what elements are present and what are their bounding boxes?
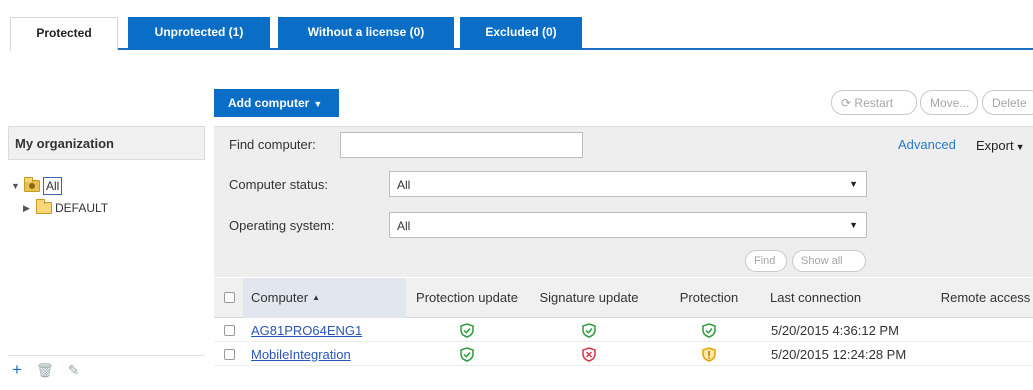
- sort-ascending-icon: ▲: [312, 293, 320, 302]
- protection-cell: [650, 343, 768, 366]
- find-button[interactable]: Find: [745, 250, 787, 272]
- folder-open-icon: [24, 177, 40, 192]
- protection-update-cell: [406, 319, 528, 342]
- operating-system-select[interactable]: All ▼: [389, 212, 867, 238]
- find-computer-label: Find computer:: [229, 137, 316, 152]
- computer-status-label: Computer status:: [229, 177, 328, 192]
- tab-protected[interactable]: Protected: [10, 17, 118, 52]
- column-label: Protection: [679, 290, 739, 305]
- tab-label: Without a license (0): [307, 25, 425, 39]
- folder-icon: [36, 199, 52, 214]
- tab-unprotected[interactable]: Unprotected (1): [128, 17, 270, 50]
- find-computer-input[interactable]: [340, 132, 583, 158]
- shield-check-icon: [460, 323, 474, 338]
- refresh-icon: ⟳: [841, 96, 852, 110]
- protection-update-cell: [406, 343, 528, 366]
- signature-update-cell: [528, 319, 650, 342]
- delete-button[interactable]: Delete: [982, 90, 1033, 115]
- dropdown-arrow-icon: ▼: [849, 179, 858, 189]
- dropdown-arrow-icon: ▼: [849, 220, 858, 230]
- filter-panel: Find computer: Advanced Export ▼ Computer…: [214, 126, 1033, 277]
- tree-item-label[interactable]: DEFAULT: [55, 201, 108, 215]
- select-all-checkbox[interactable]: [224, 292, 235, 303]
- group-tree: ▼ All ▶ DEFAULT: [11, 175, 205, 219]
- move-button[interactable]: Move...: [920, 90, 978, 115]
- tab-without-license[interactable]: Without a license (0): [278, 17, 454, 50]
- tree-item-label[interactable]: All: [43, 177, 63, 195]
- shield-check-icon: [702, 323, 716, 338]
- last-connection-cell: 5/20/2015 12:24:28 PM: [771, 347, 907, 362]
- table-row[interactable]: MobileIntegration 5/20/2015 12:24:28 PM: [214, 343, 1033, 366]
- tree-item-default[interactable]: ▶ DEFAULT: [11, 197, 205, 219]
- table-row[interactable]: AG81PRO64ENG1 5/20/2015 4:36:12 PM: [214, 319, 1033, 342]
- move-label: Move...: [930, 96, 970, 110]
- column-label: Signature update: [539, 290, 639, 305]
- sidebar-footer: + 🗑︎ ✎: [8, 355, 205, 383]
- restart-label: Restart: [854, 96, 894, 110]
- tab-label: Protected: [36, 26, 92, 40]
- tab-label: Excluded (0): [485, 25, 557, 39]
- add-computer-label: Add computer: [228, 96, 310, 110]
- shield-check-icon: [460, 347, 474, 362]
- expanded-triangle-icon[interactable]: ▼: [11, 181, 21, 191]
- operating-system-value: All: [397, 219, 411, 233]
- protection-cell: [650, 319, 768, 342]
- last-connection-cell: 5/20/2015 4:36:12 PM: [771, 323, 899, 338]
- shield-x-icon: [582, 347, 596, 362]
- caret-down-icon: ▼: [313, 99, 323, 109]
- sidebar-title: My organization: [8, 126, 205, 160]
- computer-name[interactable]: AG81PRO64ENG1: [251, 323, 362, 338]
- export-label: Export: [976, 138, 1014, 153]
- column-computer[interactable]: Computer ▲: [243, 278, 406, 318]
- column-remote-access[interactable]: Remote access: [938, 278, 1033, 318]
- delete-label: Delete: [992, 96, 1027, 110]
- caret-down-icon: ▼: [1015, 142, 1025, 152]
- tree-item-all[interactable]: ▼ All: [11, 175, 205, 197]
- trash-icon[interactable]: 🗑︎: [36, 363, 54, 377]
- tab-excluded[interactable]: Excluded (0): [460, 17, 582, 50]
- column-label: Last connection: [770, 290, 862, 305]
- column-protection[interactable]: Protection: [650, 278, 768, 318]
- show-all-label: Show all: [801, 255, 843, 267]
- shield-check-icon: [582, 323, 596, 338]
- row-checkbox[interactable]: [224, 325, 235, 336]
- advanced-link[interactable]: Advanced: [898, 137, 956, 152]
- add-computer-button[interactable]: Add computer ▼: [214, 89, 339, 117]
- export-menu[interactable]: Export ▼: [976, 138, 1025, 153]
- column-label: Computer: [251, 290, 309, 305]
- operating-system-label: Operating system:: [229, 218, 335, 233]
- column-last-connection[interactable]: Last connection: [768, 278, 938, 318]
- column-protection-update[interactable]: Protection update: [406, 278, 528, 318]
- computer-status-select[interactable]: All ▼: [389, 171, 867, 197]
- tab-bar: Protected Unprotected (1) Without a lice…: [10, 17, 1033, 52]
- collapsed-triangle-icon[interactable]: ▶: [23, 203, 33, 214]
- show-all-button[interactable]: Show all: [792, 250, 866, 272]
- shield-exclamation-icon: [702, 347, 716, 362]
- pencil-icon[interactable]: ✎: [68, 363, 80, 377]
- computer-status-value: All: [397, 178, 411, 192]
- row-checkbox[interactable]: [224, 349, 235, 360]
- column-label: Remote access: [940, 290, 1031, 305]
- computer-name-link[interactable]: AG81PRO64ENG1: [251, 319, 362, 342]
- add-group-plus-icon[interactable]: +: [12, 361, 22, 378]
- computer-name-link[interactable]: MobileIntegration: [251, 343, 351, 366]
- tab-label: Unprotected (1): [154, 25, 244, 39]
- table-header: Computer ▲ Protection update Signature up…: [214, 278, 1033, 318]
- restart-button[interactable]: ⟳ Restart: [831, 90, 917, 115]
- find-label: Find: [754, 255, 776, 267]
- column-label: Protection update: [416, 290, 518, 305]
- signature-update-cell: [528, 343, 650, 366]
- column-signature-update[interactable]: Signature update: [528, 278, 650, 318]
- computer-name[interactable]: MobileIntegration: [251, 347, 351, 362]
